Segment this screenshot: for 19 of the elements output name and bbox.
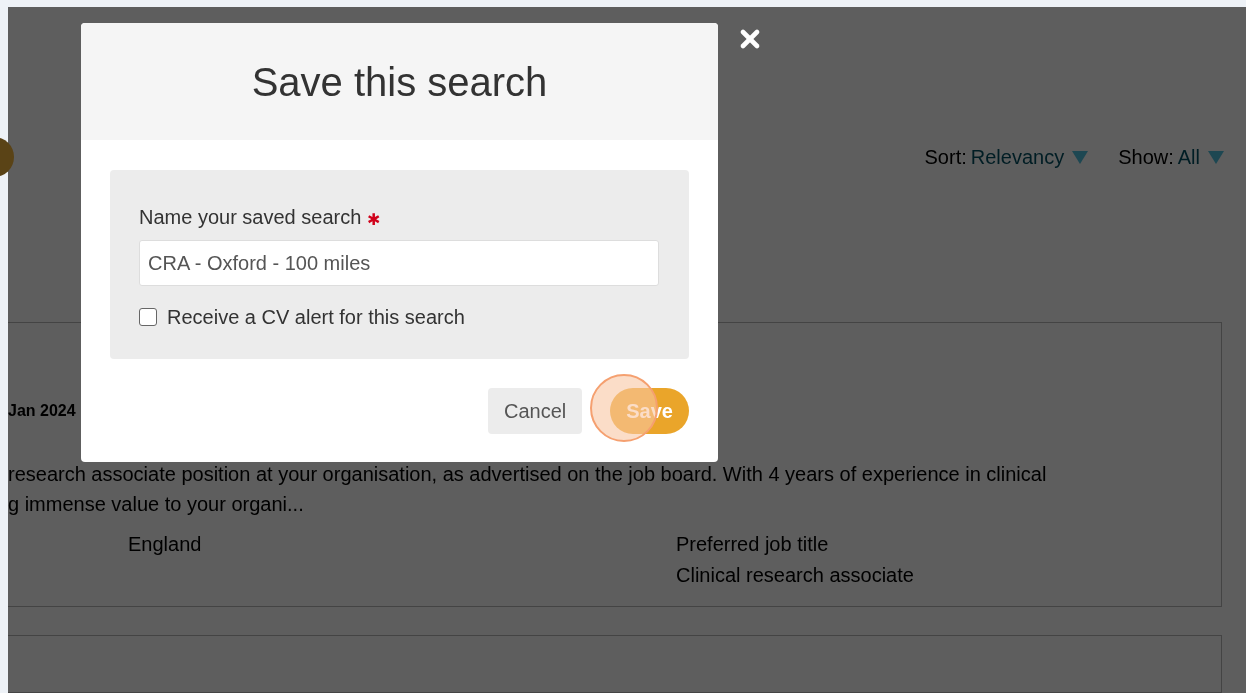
summary-text: research associate position at your organisation, as advertised on the job board. With 4 years of experience in clinical: [8, 462, 1047, 487]
result-date: Jan 2024: [8, 401, 76, 421]
field-value: Clinical research associate: [676, 563, 914, 588]
caret-icon: [1072, 150, 1089, 164]
alert-checkbox[interactable]: [139, 308, 157, 326]
sort-dropdown[interactable]: Relevancy: [970, 142, 1089, 172]
cancel-button[interactable]: Cancel: [488, 388, 583, 434]
show-label: Show:: [1118, 145, 1174, 170]
field-label: Name your saved search: [139, 205, 362, 230]
field-value: England: [128, 532, 203, 557]
search-name-field[interactable]: CRA - Oxford - 100 miles: [139, 240, 659, 286]
show-dropdown[interactable]: All: [1177, 142, 1224, 172]
field-label: Preferred job title: [676, 532, 830, 557]
caret-icon: [1208, 150, 1224, 164]
summary-text: g immense value to your organi...: [8, 492, 304, 517]
required-mark: ✱: [367, 212, 381, 228]
dialog-title: Save this search: [251, 58, 548, 106]
sort-label: Sort:: [924, 145, 967, 170]
checkbox-label: Receive a CV alert for this search: [167, 305, 465, 330]
